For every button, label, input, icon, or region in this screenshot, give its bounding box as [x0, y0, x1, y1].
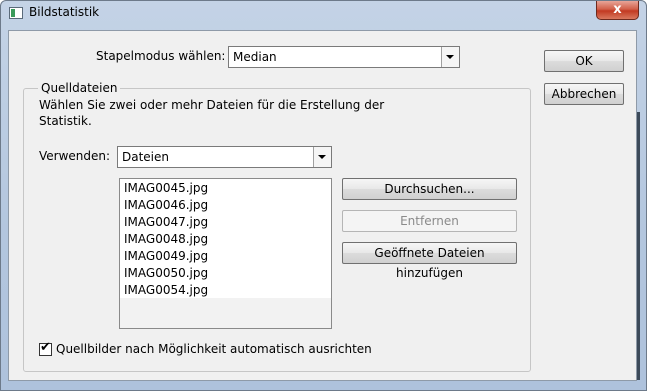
source-files-group-title: Quelldateien: [38, 81, 121, 95]
list-item[interactable]: IMAG0045.jpg: [124, 181, 208, 195]
list-item[interactable]: IMAG0049.jpg: [124, 249, 208, 263]
ok-button[interactable]: OK: [544, 50, 624, 72]
list-item[interactable]: IMAG0048.jpg: [124, 232, 208, 246]
file-list[interactable]: IMAG0045.jpg IMAG0046.jpg IMAG0047.jpg I…: [119, 178, 332, 329]
title-bar[interactable]: Bildstatistik x: [1, 1, 646, 25]
remove-button[interactable]: Entfernen: [342, 210, 517, 232]
cancel-button[interactable]: Abbrechen: [544, 83, 624, 105]
use-select[interactable]: Dateien: [117, 146, 332, 168]
list-empty-area: [120, 298, 331, 328]
auto-align-checkbox[interactable]: ✔: [39, 340, 52, 356]
use-value: Dateien: [122, 150, 170, 164]
list-item[interactable]: IMAG0050.jpg: [124, 266, 208, 280]
app-icon: [9, 7, 23, 19]
close-button[interactable]: x: [596, 1, 639, 20]
chevron-down-icon[interactable]: [441, 47, 459, 67]
chevron-down-icon[interactable]: [313, 147, 331, 167]
use-label: Verwenden:: [39, 149, 111, 163]
close-icon: x: [613, 2, 622, 17]
auto-align-label[interactable]: Quellbilder nach Möglichkeit automatisch…: [56, 342, 372, 356]
list-item[interactable]: IMAG0054.jpg: [124, 283, 208, 297]
instructions-line-2: Statistik.: [39, 114, 92, 128]
window-title: Bildstatistik: [29, 5, 100, 19]
browse-button[interactable]: Durchsuchen...: [342, 178, 517, 200]
list-item[interactable]: IMAG0046.jpg: [124, 198, 208, 212]
checkmark-icon: ✔: [40, 340, 51, 355]
stack-mode-select[interactable]: Median: [228, 46, 460, 68]
list-item[interactable]: IMAG0047.jpg: [124, 215, 208, 229]
instructions-line-1: Wählen Sie zwei oder mehr Dateien für di…: [39, 98, 385, 112]
stack-mode-value: Median: [233, 50, 277, 64]
stack-mode-label: Stapelmodus wählen:: [96, 49, 226, 63]
window-edge: [637, 112, 640, 380]
add-open-files-button[interactable]: Geöffnete Dateien hinzufügen: [342, 242, 517, 280]
